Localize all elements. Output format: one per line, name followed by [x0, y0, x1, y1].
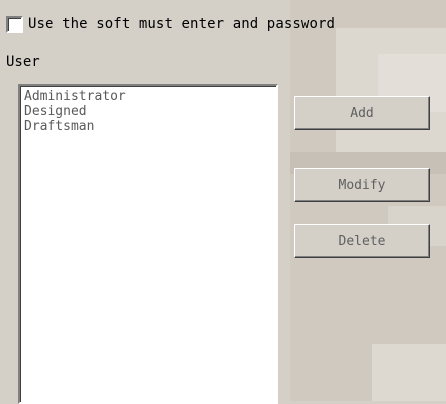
list-item[interactable]: Draftsman — [24, 119, 272, 134]
login-required-label: Use the soft must enter and password — [28, 16, 336, 32]
background-panel — [372, 344, 446, 401]
add-button[interactable]: Add — [294, 96, 430, 130]
login-required-option[interactable]: Use the soft must enter and password — [6, 14, 335, 34]
login-required-checkbox[interactable] — [6, 15, 23, 33]
list-item[interactable]: Administrator — [24, 89, 272, 104]
delete-button[interactable]: Delete — [294, 224, 430, 258]
modify-button[interactable]: Modify — [294, 168, 430, 202]
list-item[interactable]: Designed — [24, 104, 272, 119]
user-listbox[interactable]: Administrator Designed Draftsman — [18, 84, 278, 404]
user-group-label: User — [6, 54, 40, 70]
